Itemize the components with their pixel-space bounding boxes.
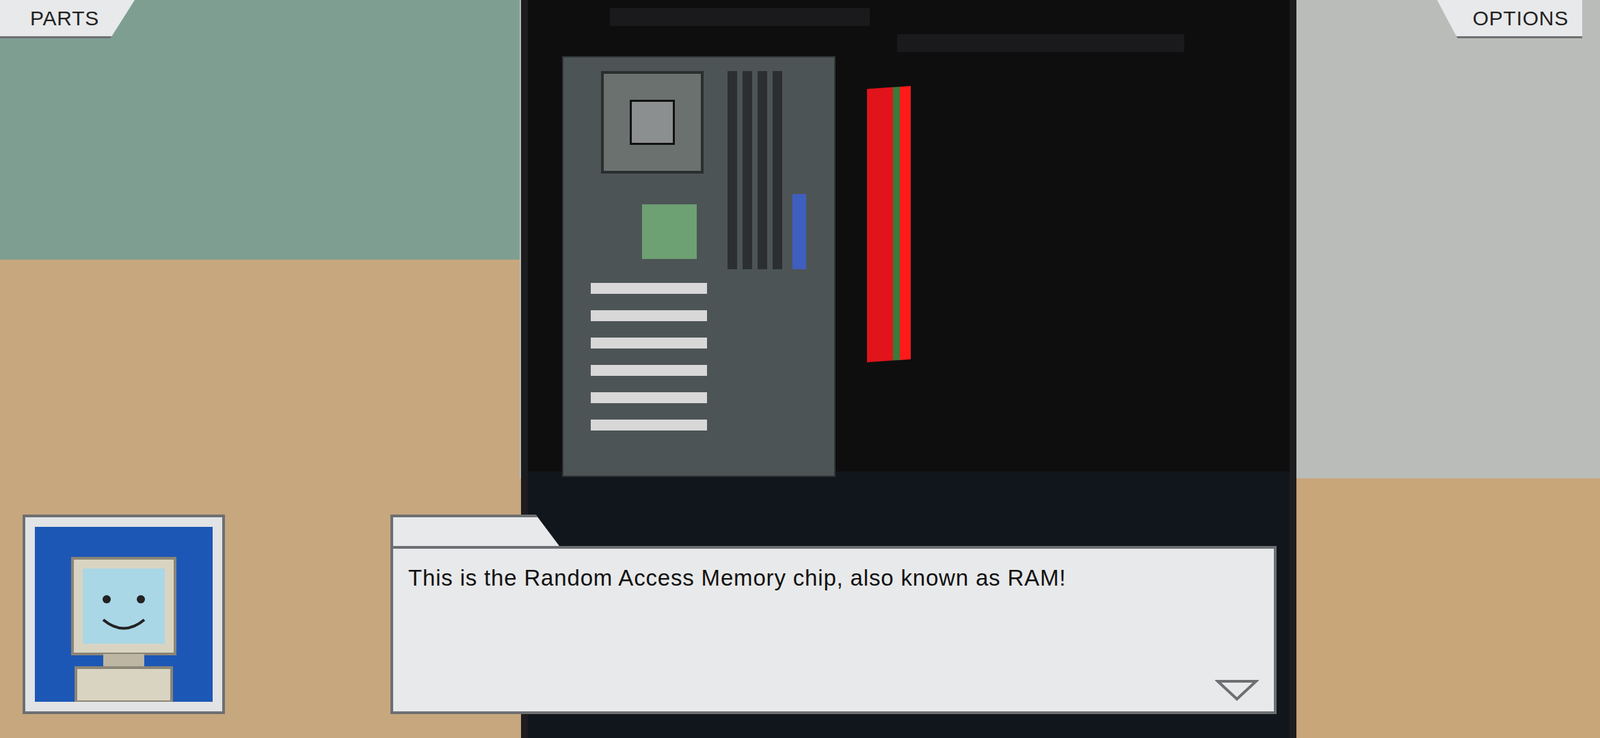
ram-stick[interactable]: [867, 86, 911, 363]
options-button[interactable]: OPTIONS: [1437, 0, 1583, 39]
next-arrow-icon[interactable]: [1215, 678, 1259, 703]
ram-slots: [727, 71, 783, 270]
guide-avatar: [22, 514, 225, 715]
motherboard: [562, 56, 836, 478]
computer-face-icon: [65, 551, 182, 703]
game-screen: PARTSOPTIONSThis is the Random Access Me…: [0, 0, 1600, 738]
dialog-text: This is the Random Access Memory chip, a…: [408, 564, 1259, 593]
pci-slots: [590, 283, 708, 431]
dialog-box[interactable]: This is the Random Access Memory chip, a…: [390, 514, 1277, 715]
cpu-socket: [601, 71, 704, 174]
